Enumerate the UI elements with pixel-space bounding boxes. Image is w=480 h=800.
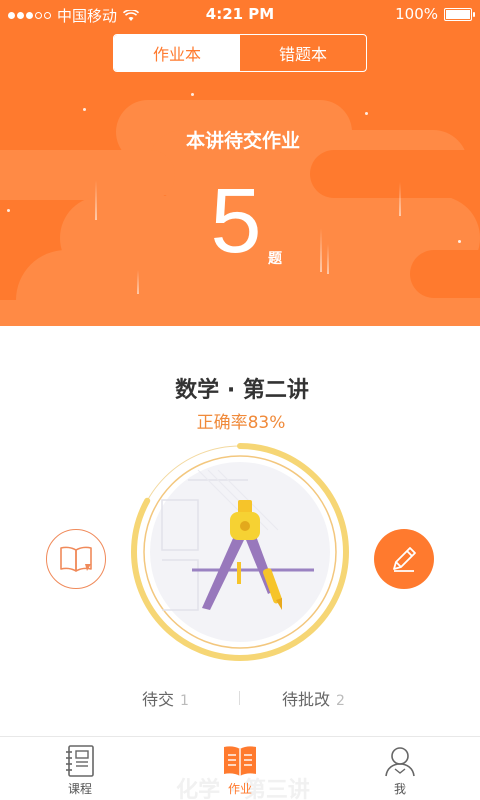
do-homework-button[interactable] <box>374 529 434 589</box>
light-streak <box>327 244 329 274</box>
light-streak <box>320 228 322 272</box>
cloud-shape <box>0 150 175 200</box>
pencil-icon <box>393 547 416 572</box>
tab-label: 我 <box>393 782 406 796</box>
cloud-cutout <box>310 150 480 198</box>
stat-count: 1 <box>180 693 189 709</box>
star-dot <box>191 93 194 96</box>
stat-pending-submit[interactable]: 待交 1 <box>142 686 189 710</box>
course-material-button[interactable] <box>46 529 106 589</box>
tab-mistake-book[interactable]: 错题本 <box>240 35 366 71</box>
stat-count: 2 <box>336 693 345 709</box>
tab-label: 课程 <box>67 782 92 796</box>
tab-label: 作业 <box>227 782 252 796</box>
stat-pending-review[interactable]: 待批改 2 <box>282 686 345 710</box>
star-dot <box>7 209 10 212</box>
tab-profile[interactable]: 我 <box>320 737 480 800</box>
compass-icon <box>192 500 314 610</box>
stat-label: 待交 <box>142 690 175 709</box>
light-streak <box>399 182 401 216</box>
book-icon <box>60 546 92 572</box>
star-dot <box>458 240 461 243</box>
notebook-icon <box>66 745 94 777</box>
star-dot <box>83 108 86 111</box>
tab-homework-book[interactable]: 作业本 <box>114 35 240 71</box>
homework-stats: 待交 1 待批改 2 <box>0 686 480 712</box>
cloud-floor <box>0 300 480 326</box>
bottom-tab-bar: 课程 作业 我 <box>0 736 480 800</box>
lesson-title: 数学 · 第二讲 <box>175 378 309 403</box>
user-icon <box>385 747 415 777</box>
light-streak <box>137 270 139 294</box>
homework-header: 中国移动 4:21 PM 100% 作业本 错题本 本讲待交作业 5 题 <box>0 0 480 326</box>
light-streak <box>95 180 97 220</box>
open-book-icon <box>224 746 256 776</box>
pending-homework-title: 本讲待交作业 <box>185 130 300 152</box>
accuracy-rate: 正确率83% <box>196 413 286 433</box>
pending-homework-count: 5 <box>210 170 262 272</box>
star-dot <box>365 112 368 115</box>
notebook-segment-control: 作业本 错题本 <box>113 34 367 72</box>
tab-courses[interactable]: 课程 <box>0 737 160 800</box>
battery-icon <box>444 7 475 21</box>
stat-divider <box>239 691 240 705</box>
battery-percent: 100% <box>395 5 438 23</box>
pending-homework-unit: 题 <box>268 251 282 267</box>
tab-homework[interactable]: 作业 <box>160 737 320 800</box>
stat-label: 待批改 <box>282 690 331 709</box>
status-bar: 中国移动 4:21 PM 100% <box>0 0 480 28</box>
cloud-cutout <box>410 250 480 298</box>
lesson-progress-ring[interactable] <box>128 440 352 664</box>
